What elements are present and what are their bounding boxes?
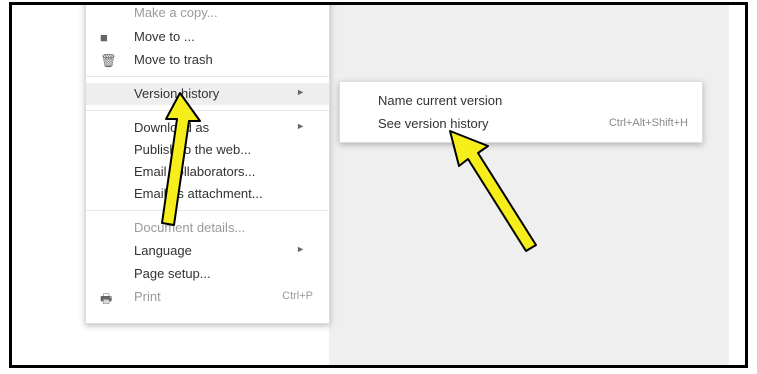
screenshot-frame: Make a copy... ■ Move to ... 🗑 Move to t… [9,2,748,368]
annotation-arrow-1 [161,92,201,226]
annotation-arrow-2 [449,130,537,252]
annotation-layer [161,92,537,252]
